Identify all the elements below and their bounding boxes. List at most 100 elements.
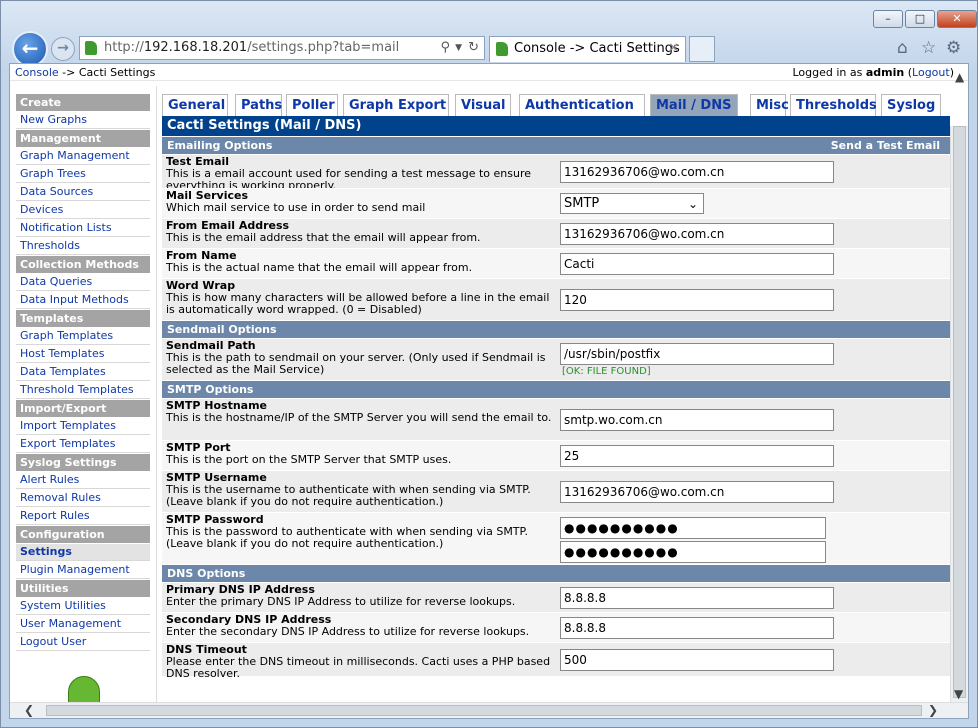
- gear-icon[interactable]: ⚙: [946, 38, 961, 58]
- cacti-tab-favicon-icon: [496, 42, 508, 56]
- tab-thresholds[interactable]: Thresholds: [790, 94, 877, 116]
- primary-dns-ip-address-field[interactable]: 8.8.8.8: [560, 587, 834, 609]
- search-icon[interactable]: ⚲: [440, 37, 450, 59]
- section-dns-options: DNS Options: [162, 564, 950, 582]
- setting-description: This is the email address that the email…: [166, 231, 481, 244]
- sidebar-header-configuration: Configuration: [16, 526, 150, 543]
- back-arrow-icon[interactable]: ←: [12, 31, 48, 67]
- setting-label: Mail Services Which mail service to use i…: [166, 190, 556, 214]
- sidebar-item-host-templates[interactable]: Host Templates: [16, 346, 150, 363]
- home-icon[interactable]: ⌂: [897, 38, 908, 58]
- forward-arrow-icon[interactable]: →: [51, 37, 75, 61]
- sidebar-item-export-templates[interactable]: Export Templates: [16, 436, 150, 453]
- logout-link[interactable]: Logout: [912, 66, 950, 79]
- from-name-field[interactable]: Cacti: [560, 253, 834, 275]
- tab-paths[interactable]: Paths: [235, 94, 282, 116]
- smtp-username-field[interactable]: 13162936706@wo.com.cn: [560, 481, 834, 503]
- sidebar-item-settings[interactable]: Settings: [16, 544, 150, 561]
- select-value: SMTP: [564, 196, 600, 211]
- dns-timeout-field[interactable]: 500: [560, 649, 834, 671]
- from-email-address-field[interactable]: 13162936706@wo.com.cn: [560, 223, 834, 245]
- tab-graph-export[interactable]: Graph Export: [343, 94, 449, 116]
- dropdown-arrow-icon[interactable]: ▼: [455, 37, 462, 59]
- address-bar[interactable]: http://192.168.18.201/settings.php?tab=m…: [79, 36, 485, 60]
- word-wrap-field[interactable]: 120: [560, 289, 834, 311]
- page-viewport: Console -> Cacti Settings Logged in as a…: [9, 63, 969, 719]
- secondary-dns-ip-address-field[interactable]: 8.8.8.8: [560, 617, 834, 639]
- setting-label: Sendmail Path This is the path to sendmai…: [166, 340, 556, 376]
- sidebar-item-data-input-methods[interactable]: Data Input Methods: [16, 292, 150, 309]
- breadcrumb-console-link[interactable]: Console: [15, 66, 59, 79]
- sidebar-item-user-management[interactable]: User Management: [16, 616, 150, 633]
- sidebar-item-graph-templates[interactable]: Graph Templates: [16, 328, 150, 345]
- setting-description: Please enter the DNS timeout in millisec…: [166, 655, 551, 680]
- sidebar-item-logout-user[interactable]: Logout User: [16, 634, 150, 651]
- vertical-scroll-thumb[interactable]: [953, 126, 966, 698]
- tab-misc[interactable]: Misc: [750, 94, 789, 116]
- setting-row-smtp-username: SMTP Username This is the username to aut…: [162, 470, 950, 512]
- sidebar-item-system-utilities[interactable]: System Utilities: [16, 598, 150, 615]
- sidebar-item-threshold-templates[interactable]: Threshold Templates: [16, 382, 150, 399]
- horizontal-scroll-thumb[interactable]: [46, 705, 922, 716]
- tab-visual[interactable]: Visual: [455, 94, 511, 116]
- tab-close-icon[interactable]: ✕: [668, 37, 679, 61]
- setting-row-secondary-dns-ip-address: Secondary DNS IP Address Enter the second…: [162, 612, 950, 642]
- section-title: DNS Options: [167, 567, 246, 580]
- setting-description: Enter the primary DNS IP Address to util…: [166, 595, 516, 608]
- sidebar-item-report-rules[interactable]: Report Rules: [16, 508, 150, 525]
- setting-label: SMTP Password This is the password to aut…: [166, 514, 556, 550]
- smtp-port-field[interactable]: 25: [560, 445, 834, 467]
- chevron-down-icon: ⌄: [687, 197, 698, 211]
- sidebar-item-data-queries[interactable]: Data Queries: [16, 274, 150, 291]
- tab-general[interactable]: General: [162, 94, 228, 116]
- settings-tabs: General Paths Poller Graph Export Visual Auth…: [162, 94, 950, 116]
- tab-mail-dns[interactable]: Mail / DNS: [650, 94, 738, 116]
- setting-label: Primary DNS IP Address Enter the primary …: [166, 584, 556, 608]
- sidebar-item-data-sources[interactable]: Data Sources: [16, 184, 150, 201]
- tab-syslog[interactable]: Syslog: [881, 94, 941, 116]
- sendmail-path-field[interactable]: /usr/sbin/postfix: [560, 343, 834, 365]
- scroll-right-icon[interactable]: ❯: [928, 703, 938, 717]
- maximize-button[interactable]: □: [905, 10, 935, 28]
- star-icon[interactable]: ☆: [921, 38, 936, 58]
- new-tab-button[interactable]: [689, 36, 715, 62]
- setting-label: SMTP Port This is the port on the SMTP Se…: [166, 442, 556, 466]
- test-email-field[interactable]: 13162936706@wo.com.cn: [560, 161, 834, 183]
- setting-description: This is the port on the SMTP Server that…: [166, 453, 452, 466]
- sidebar-item-data-templates[interactable]: Data Templates: [16, 364, 150, 381]
- sidebar-item-import-templates[interactable]: Import Templates: [16, 418, 150, 435]
- mail-service-select[interactable]: SMTP ⌄: [560, 193, 704, 214]
- refresh-icon[interactable]: ↻: [468, 37, 479, 59]
- setting-label: SMTP Hostname This is the hostname/IP of …: [166, 400, 556, 424]
- smtp-hostname-field[interactable]: smtp.wo.com.cn: [560, 409, 834, 431]
- address-path: /settings.php?tab=mail: [247, 40, 400, 55]
- minimize-button[interactable]: –: [873, 10, 903, 28]
- sidebar-item-notification-lists[interactable]: Notification Lists: [16, 220, 150, 237]
- sidebar-item-devices[interactable]: Devices: [16, 202, 150, 219]
- vertical-scrollbar[interactable]: ▲: [950, 70, 968, 702]
- send-test-email-link[interactable]: Send a Test Email: [831, 137, 940, 155]
- smtp-password-field[interactable]: ●●●●●●●●●●: [560, 517, 826, 539]
- sidebar-header-import-export: Import/Export: [16, 400, 150, 417]
- sidebar-item-alert-rules[interactable]: Alert Rules: [16, 472, 150, 489]
- scroll-left-icon[interactable]: ❮: [24, 703, 34, 717]
- sidebar-item-graph-management[interactable]: Graph Management: [16, 148, 150, 165]
- sidebar-item-new-graphs[interactable]: New Graphs: [16, 112, 150, 129]
- smtp-password-confirm-field[interactable]: ●●●●●●●●●●: [560, 541, 826, 563]
- setting-description: Enter the secondary DNS IP Address to ut…: [166, 625, 530, 638]
- browser-tab[interactable]: Console -> Cacti Settings ✕: [489, 36, 686, 62]
- tab-authentication[interactable]: Authentication: [519, 94, 645, 116]
- login-status: Logged in as admin (Logout): [792, 64, 954, 81]
- scroll-up-icon[interactable]: ▲: [955, 70, 964, 84]
- sidebar-item-plugin-management[interactable]: Plugin Management: [16, 562, 150, 579]
- sidebar-item-thresholds[interactable]: Thresholds: [16, 238, 150, 255]
- setting-label: Test Email This is a email account used f…: [166, 156, 556, 192]
- close-window-button[interactable]: ✕: [937, 10, 977, 28]
- sidebar-item-removal-rules[interactable]: Removal Rules: [16, 490, 150, 507]
- scroll-down-icon[interactable]: ▼: [954, 687, 963, 701]
- horizontal-scrollbar[interactable]: ❮ ❯ ▼: [10, 687, 968, 718]
- setting-row-from-name: From Name This is the actual name that th…: [162, 248, 950, 278]
- tab-poller[interactable]: Poller: [286, 94, 338, 116]
- sidebar-item-graph-trees[interactable]: Graph Trees: [16, 166, 150, 183]
- browser-tab-title: Console -> Cacti Settings: [514, 41, 680, 56]
